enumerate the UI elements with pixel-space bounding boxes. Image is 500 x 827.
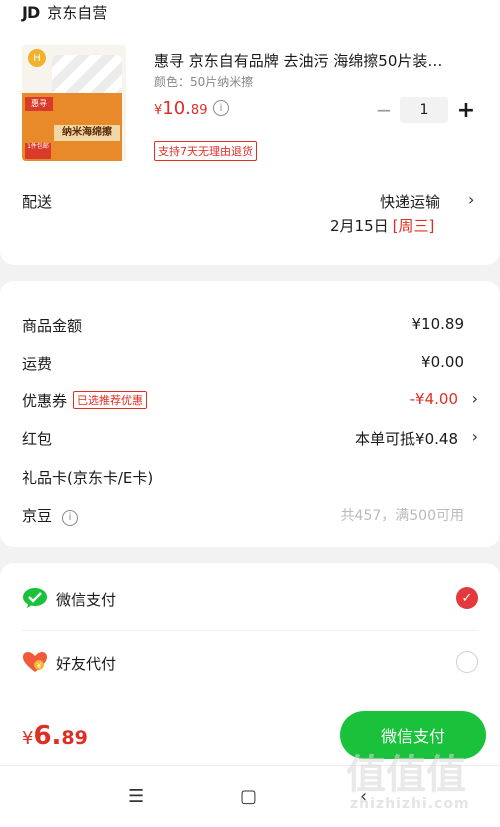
back-icon[interactable]: ‹	[360, 786, 367, 807]
wechat-pay-icon	[23, 588, 47, 608]
shipping-weekday: [周三]	[392, 217, 435, 235]
shipping-date-value: 2月15日	[330, 217, 389, 235]
system-nav-bar: ☰ ▢ ‹	[0, 765, 500, 827]
summary-row-giftcard[interactable]: 礼品卡(京东卡/E卡)	[22, 467, 478, 488]
quantity-stepper: − 1 +	[374, 97, 476, 123]
thumb-piece-tag: 1件包邮	[25, 143, 51, 159]
svg-text:¥: ¥	[37, 662, 42, 670]
quantity-input[interactable]: 1	[400, 97, 448, 123]
shipping-chevron-icon[interactable]: ›	[468, 190, 474, 209]
summary-row-beans: 京豆 i 共457，满500可用	[22, 505, 478, 526]
friend-pay-heart-icon: ¥	[23, 652, 47, 672]
store-header[interactable]: JD 京东自营	[22, 2, 107, 23]
friend-pay-label: 好友代付	[56, 655, 117, 673]
shipping-label: 配送	[22, 193, 53, 211]
order-total: ¥ 6. 89	[22, 721, 88, 751]
coupon-chevron-icon[interactable]: ›	[472, 389, 478, 408]
return-policy-badge: 支持7天无理由退货	[154, 141, 257, 161]
checkout-bar: ¥ 6. 89 微信支付	[0, 701, 500, 765]
product-thumbnail[interactable]: H 惠寻 纳米海绵擦 1件包邮	[22, 45, 126, 161]
total-decimal: 89	[61, 727, 88, 749]
product-title[interactable]: 惠寻 京东自有品牌 去油污 海绵擦50片装…	[154, 50, 484, 71]
summary-row-freight: 运费 ¥0.00	[22, 353, 478, 374]
total-integer: 6.	[33, 721, 62, 751]
quantity-plus-button[interactable]: +	[456, 98, 476, 123]
shipping-date[interactable]: 2月15日 [周三]	[330, 215, 434, 236]
price-info-icon[interactable]: i	[213, 100, 229, 116]
thumb-brand-tag: 惠寻	[25, 97, 53, 111]
giftcard-label: 礼品卡(京东卡/E卡)	[22, 469, 154, 487]
coupon-value: -¥4.00	[409, 390, 458, 408]
coupon-recommended-badge: 已选推荐优惠	[73, 391, 148, 409]
summary-row-goods: 商品金额 ¥10.89	[22, 315, 478, 336]
price-integer: 10.	[162, 98, 191, 119]
redpacket-label: 红包	[22, 430, 53, 448]
payment-option-wechat[interactable]: 微信支付 ✓	[22, 587, 478, 617]
product-variant[interactable]: 颜色：50片纳米擦	[154, 73, 253, 90]
goods-amount-value: ¥10.89	[411, 315, 465, 333]
price-currency: ¥	[154, 103, 163, 118]
freight-value: ¥0.00	[421, 353, 464, 371]
summary-row-redpacket[interactable]: 红包 本单可抵¥0.48 ›	[22, 427, 478, 449]
shipping-method[interactable]: 快递运输	[380, 191, 440, 212]
price-summary-card: 商品金额 ¥10.89 运费 ¥0.00 优惠券 已选推荐优惠 -¥4.00 › …	[0, 281, 500, 547]
beans-label: 京豆	[22, 507, 53, 525]
redpacket-value: 本单可抵¥0.48	[355, 430, 458, 448]
store-name: 京东自营	[47, 4, 108, 22]
beans-info-icon[interactable]: i	[62, 509, 79, 526]
wechat-pay-radio-checked-icon[interactable]: ✓	[456, 587, 478, 609]
beans-value: 共457，满500可用	[340, 508, 464, 524]
jd-logo: JD	[22, 3, 40, 22]
payment-option-friend[interactable]: ¥ 好友代付	[22, 651, 478, 681]
wechat-pay-button[interactable]: 微信支付	[340, 711, 486, 759]
friend-pay-radio-icon[interactable]	[456, 651, 478, 673]
quantity-minus-button[interactable]: −	[374, 98, 394, 122]
price-decimal: 89	[190, 103, 208, 118]
redpacket-chevron-icon[interactable]: ›	[472, 427, 478, 446]
menu-icon[interactable]: ☰	[128, 786, 144, 807]
freight-label: 运费	[22, 355, 53, 373]
payment-divider	[22, 630, 478, 631]
product-price: ¥ 10. 89	[154, 98, 207, 119]
brand-logo-icon: H	[28, 49, 46, 67]
order-item-card: JD 京东自营 H 惠寻 纳米海绵擦 1件包邮 惠寻 京东自有品牌 去油污 海绵…	[0, 0, 500, 265]
wechat-pay-label: 微信支付	[56, 591, 117, 609]
total-currency: ¥	[22, 728, 34, 749]
goods-amount-label: 商品金额	[22, 317, 83, 335]
home-icon[interactable]: ▢	[240, 786, 257, 807]
thumb-box-label: 纳米海绵擦	[54, 125, 120, 141]
coupon-label: 优惠券	[22, 392, 68, 410]
summary-row-coupon[interactable]: 优惠券 已选推荐优惠 -¥4.00 ›	[22, 389, 478, 411]
